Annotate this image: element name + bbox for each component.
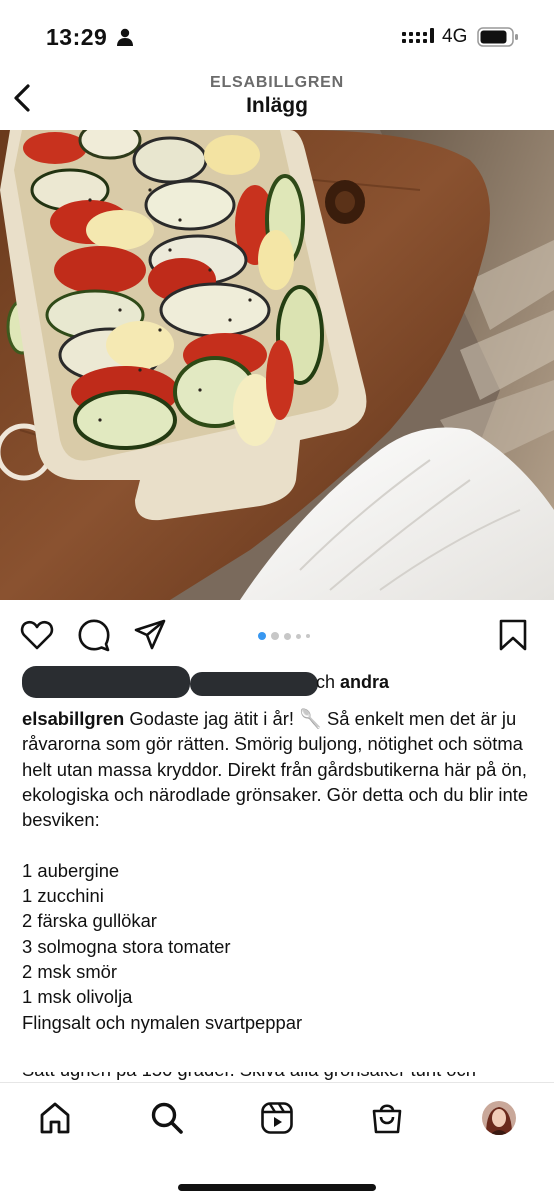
ingredient-list: 1 aubergine 1 zucchini 2 färska gullökar… <box>22 858 537 1035</box>
post-action-bar <box>0 606 554 662</box>
redacted-avatars <box>22 666 190 698</box>
list-item: 1 aubergine <box>22 859 120 881</box>
post-caption: elsabillgren Godaste jag ätit i år! 🥄 Så… <box>22 706 537 1035</box>
caption-paragraph: elsabillgren Godaste jag ätit i år! 🥄 Så… <box>22 706 537 832</box>
share-icon[interactable] <box>133 618 167 652</box>
battery-icon <box>477 27 518 47</box>
shop-icon[interactable] <box>370 1101 404 1135</box>
caption-spacer <box>22 832 537 857</box>
bookmark-icon[interactable] <box>496 618 530 652</box>
likes-text: ch andra <box>316 672 389 693</box>
profile-avatar[interactable] <box>482 1101 516 1135</box>
home-icon[interactable] <box>38 1101 72 1135</box>
reels-icon[interactable] <box>260 1101 294 1135</box>
comment-icon[interactable] <box>77 618 111 652</box>
signal-bars-icon <box>402 28 434 43</box>
nav-header: ELSABILLGREN Inlägg <box>0 68 554 130</box>
likes-suffix: ch <box>316 672 336 692</box>
header-username[interactable]: ELSABILLGREN <box>0 74 554 92</box>
carousel-dot <box>284 632 291 640</box>
likes-others[interactable]: andra <box>340 672 389 692</box>
list-item: 2 färska gullökar <box>22 910 157 932</box>
avatar-photo <box>482 1101 516 1135</box>
search-icon[interactable] <box>150 1101 184 1135</box>
status-time: 13:29 <box>46 24 108 50</box>
list-item: Flingsalt och nymalen svartpeppar <box>22 1011 303 1033</box>
carousel-dot <box>296 633 301 639</box>
list-item: 1 msk olivolja <box>22 986 133 1008</box>
carousel-dot <box>271 632 279 640</box>
likes-row[interactable]: ch andra <box>22 664 542 698</box>
caption-username[interactable]: elsabillgren <box>22 708 124 729</box>
caption-cutoff-line: Sätt ugnen på 150 grader. Skiva alla grö… <box>22 1072 537 1082</box>
home-indicator <box>178 1184 376 1191</box>
person-icon <box>117 28 133 46</box>
status-bar: 13:29 4G <box>0 0 554 68</box>
list-item: 2 msk smör <box>22 960 118 982</box>
carousel-dot <box>258 632 266 640</box>
list-item: 1 zucchini <box>22 885 104 907</box>
post-photo[interactable] <box>0 130 554 600</box>
carousel-dot <box>306 634 310 638</box>
page-title: Inlägg <box>246 94 308 117</box>
heart-icon[interactable] <box>20 618 54 652</box>
bottom-tab-bar <box>0 1082 554 1200</box>
list-item: 3 solmogna stora tomater <box>22 935 231 957</box>
redacted-username <box>190 672 318 696</box>
network-label: 4G <box>442 26 468 47</box>
